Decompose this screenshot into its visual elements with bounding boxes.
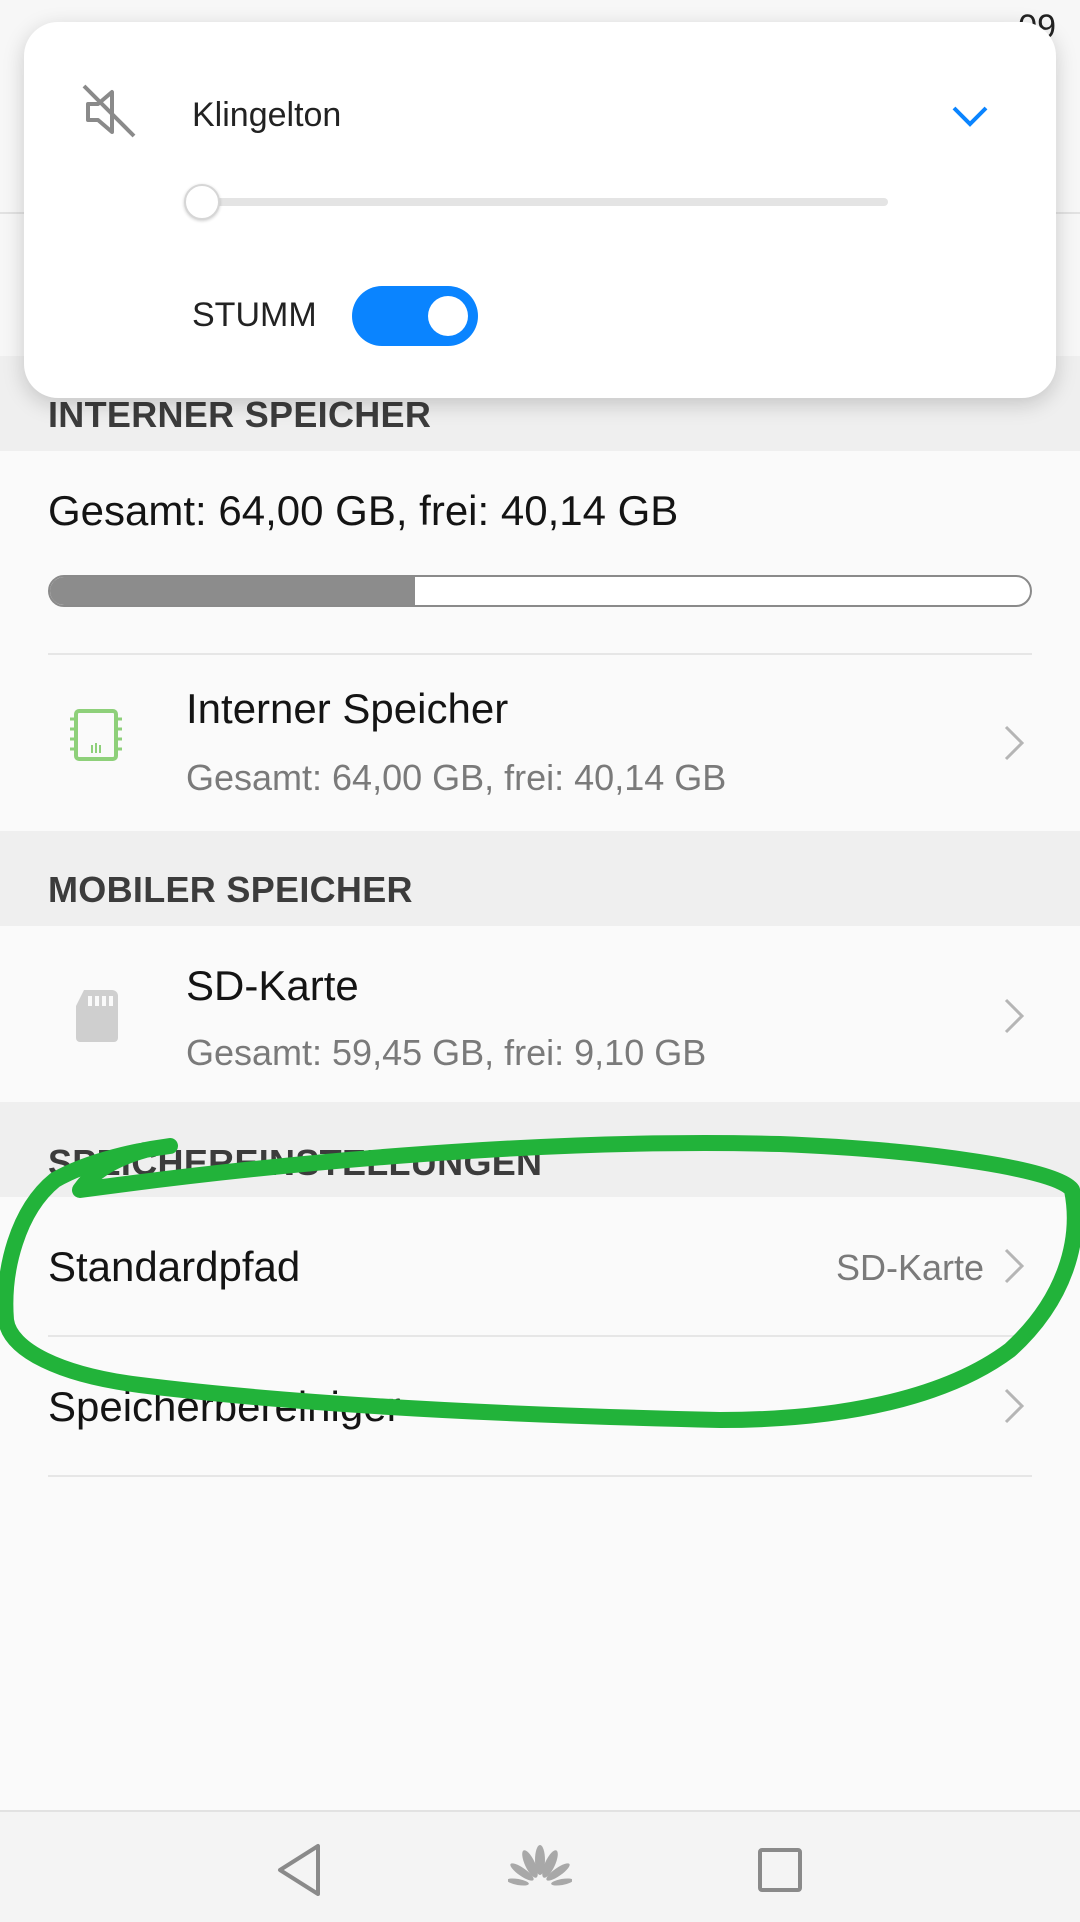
sd-card-icon [76, 990, 118, 1042]
ringtone-slider[interactable] [184, 184, 888, 220]
mute-toggle[interactable] [352, 286, 478, 346]
internal-storage-title: Interner Speicher [186, 685, 509, 732]
mute-label: STUMM [192, 296, 317, 334]
settings-list: Standardpfad SD-Karte Speicherbereiniger [0, 1197, 1080, 1810]
section-title-settings: SPEICHEREINSTELLUNGEN [48, 1142, 543, 1183]
chip-icon [70, 709, 122, 761]
list-item-storage-cleaner[interactable]: Speicherbereiniger [0, 1337, 1080, 1475]
huawei-home-icon[interactable] [508, 1844, 572, 1894]
internal-storage-card: Gesamt: 64,00 GB, frei: 40,14 GB Interne… [0, 451, 1080, 831]
storage-usage-fill [50, 577, 416, 605]
chevron-right-icon [1004, 1248, 1025, 1284]
chevron-right-icon [1004, 725, 1025, 761]
internal-summary-text: Gesamt: 64,00 GB, frei: 40,14 GB [48, 487, 679, 534]
ringtone-title: Klingelton [192, 96, 342, 134]
back-triangle-icon[interactable] [274, 1842, 326, 1898]
slider-thumb[interactable] [184, 184, 220, 220]
list-item-default-path[interactable]: Standardpfad SD-Karte [0, 1197, 1080, 1335]
section-title-internal: INTERNER SPEICHER [48, 394, 432, 435]
speaker-muted-icon[interactable] [80, 82, 140, 142]
slider-track [204, 198, 888, 206]
sd-card-subtitle: Gesamt: 59,45 GB, frei: 9,10 GB [186, 1032, 707, 1073]
storage-usage-bar [48, 575, 1032, 607]
section-header-settings: SPEICHEREINSTELLUNGEN [0, 1102, 1080, 1197]
volume-panel: Klingelton STUMM [24, 22, 1056, 398]
sd-card-title: SD-Karte [186, 962, 359, 1009]
list-item-sd-card[interactable]: SD-Karte Gesamt: 59,45 GB, frei: 9,10 GB [0, 926, 1080, 1102]
recents-square-icon[interactable] [756, 1846, 804, 1894]
navigation-bar [0, 1810, 1080, 1922]
section-title-mobile: MOBILER SPEICHER [48, 869, 413, 910]
toggle-knob [428, 296, 468, 336]
chevron-right-icon [1004, 1388, 1025, 1424]
chevron-right-icon [1004, 998, 1025, 1034]
default-path-label: Standardpfad [48, 1243, 301, 1290]
divider [48, 1475, 1032, 1477]
internal-storage-subtitle: Gesamt: 64,00 GB, frei: 40,14 GB [186, 757, 727, 798]
chevron-down-icon[interactable] [948, 94, 992, 138]
section-header-mobile: MOBILER SPEICHER [0, 831, 1080, 926]
default-path-value: SD-Karte [835, 1247, 984, 1288]
list-item-internal-storage[interactable]: Interner Speicher Gesamt: 64,00 GB, frei… [0, 655, 1080, 831]
storage-cleaner-label: Speicherbereiniger [48, 1383, 401, 1430]
